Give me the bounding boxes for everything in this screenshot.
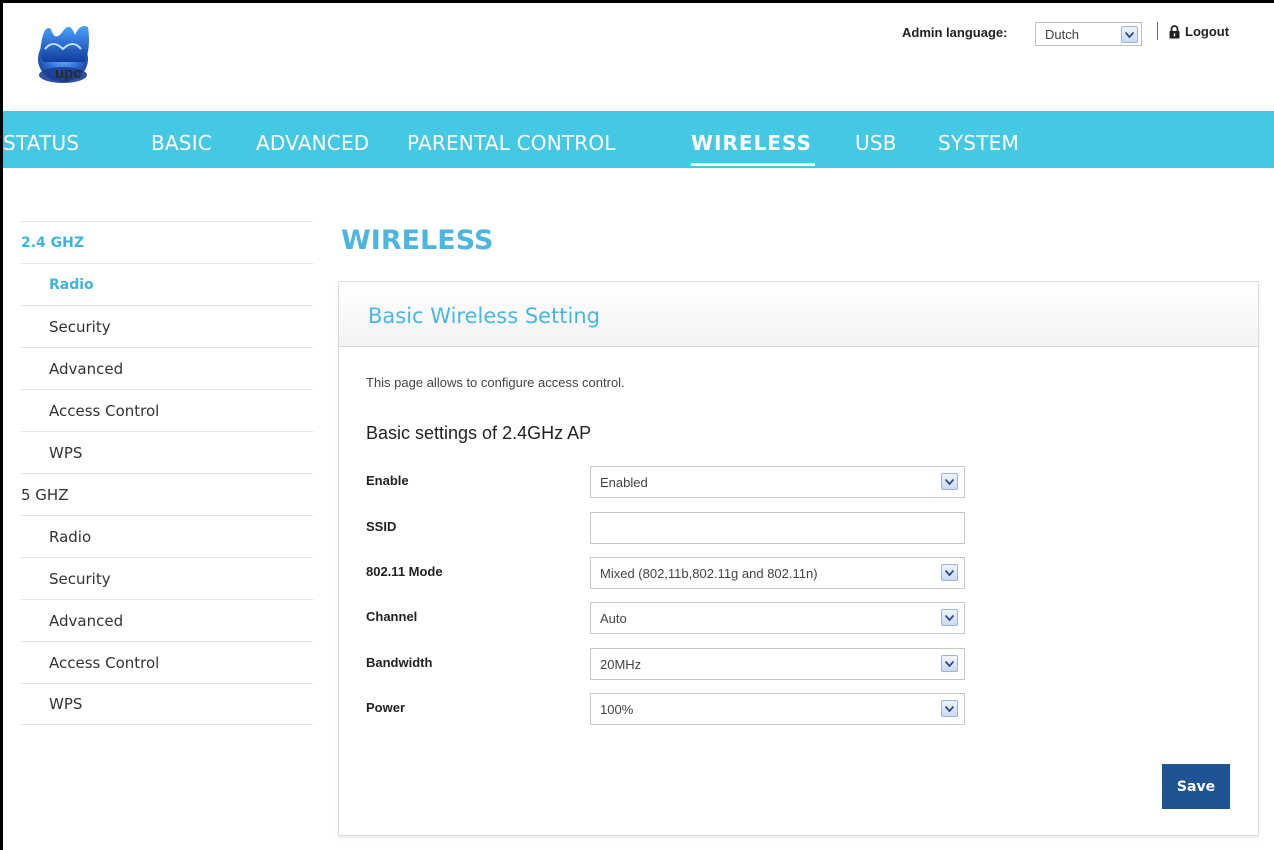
main-nav: STATUS BASIC ADVANCED PARENTAL CONTROL W… xyxy=(3,111,1274,168)
channel-select[interactable]: Auto xyxy=(590,602,965,634)
channel-value: Auto xyxy=(600,611,627,626)
sidebar-item-radio-2-4ghz[interactable]: Radio xyxy=(21,263,313,305)
nav-system[interactable]: SYSTEM xyxy=(938,131,1019,155)
form-row-ssid: SSID xyxy=(366,512,1246,544)
nav-basic[interactable]: BASIC xyxy=(151,131,212,155)
form-row-power: Power 100% xyxy=(366,693,1246,725)
settings-panel: Basic Wireless Setting This page allows … xyxy=(338,281,1259,836)
nav-wireless[interactable]: WIRELESS xyxy=(691,131,812,155)
nav-usb[interactable]: USB xyxy=(855,131,897,155)
upc-logo[interactable] xyxy=(33,17,133,103)
header-divider xyxy=(1157,22,1158,40)
sidebar-item-radio-5ghz[interactable]: Radio xyxy=(21,515,313,557)
chevron-down-icon[interactable] xyxy=(941,609,958,626)
form-row-enable: Enable Enabled xyxy=(366,466,1246,498)
80211-mode-label: 802.11 Mode xyxy=(366,564,443,579)
ssid-label: SSID xyxy=(366,519,397,534)
power-value: 100% xyxy=(600,702,634,717)
bandwidth-value: 20MHz xyxy=(600,657,642,672)
80211-mode-value: Mixed (802,11b,802.11g and 802.11n) xyxy=(600,566,818,581)
panel-description: This page allows to configure access con… xyxy=(366,375,625,390)
sidebar-item-security-2-4ghz[interactable]: Security xyxy=(21,305,313,347)
sidebar-item-access-control-5ghz[interactable]: Access Control xyxy=(21,641,313,683)
admin-language-value: Dutch xyxy=(1045,27,1079,42)
sidebar-section-2-4ghz[interactable]: 2.4 GHZ xyxy=(21,221,313,263)
form-row-channel: Channel Auto xyxy=(366,602,1246,634)
lock-icon xyxy=(1169,24,1180,38)
sidebar-section-5ghz[interactable]: 5 GHZ xyxy=(21,473,313,515)
80211-mode-select[interactable]: Mixed (802,11b,802.11g and 802.11n) xyxy=(590,557,965,589)
power-select[interactable]: 100% xyxy=(590,693,965,725)
enable-label: Enable xyxy=(366,473,409,488)
chevron-down-icon[interactable] xyxy=(941,655,958,672)
channel-label: Channel xyxy=(366,609,418,624)
sidebar-item-wps-5ghz[interactable]: WPS xyxy=(21,683,313,725)
sidebar: 2.4 GHZ Radio Security Advanced Access C… xyxy=(21,221,313,725)
sidebar-item-security-5ghz[interactable]: Security xyxy=(21,557,313,599)
sidebar-item-advanced-2-4ghz[interactable]: Advanced xyxy=(21,347,313,389)
logo-text: upc xyxy=(55,65,82,82)
sidebar-item-access-control-2-4ghz[interactable]: Access Control xyxy=(21,389,313,431)
settings-subheading: Basic settings of 2.4GHz AP xyxy=(366,423,592,443)
admin-language-select[interactable]: Dutch xyxy=(1035,22,1142,46)
form-row-bandwidth: Bandwidth 20MHz xyxy=(366,648,1246,680)
sidebar-item-advanced-5ghz[interactable]: Advanced xyxy=(21,599,313,641)
nav-status[interactable]: STATUS xyxy=(3,131,79,155)
enable-select[interactable]: Enabled xyxy=(590,466,965,498)
chevron-down-icon[interactable] xyxy=(1121,26,1138,43)
enable-value: Enabled xyxy=(600,475,648,490)
bandwidth-label: Bandwidth xyxy=(366,655,433,670)
page-title: WIRELESS xyxy=(341,225,494,256)
logout-label: Logout xyxy=(1185,24,1230,39)
save-button[interactable]: Save xyxy=(1162,764,1230,809)
nav-parental-control[interactable]: PARENTAL CONTROL xyxy=(407,131,616,155)
chevron-down-icon[interactable] xyxy=(941,473,958,490)
admin-language-label: Admin language: xyxy=(902,25,1008,40)
ssid-input[interactable] xyxy=(590,512,965,544)
header: upc Admin language: Dutch Logout xyxy=(3,3,1274,111)
panel-title: Basic Wireless Setting xyxy=(339,282,1258,347)
nav-advanced[interactable]: ADVANCED xyxy=(256,131,369,155)
sidebar-item-wps-2-4ghz[interactable]: WPS xyxy=(21,431,313,473)
nav-active-indicator xyxy=(691,163,815,166)
chevron-down-icon[interactable] xyxy=(941,700,958,717)
power-label: Power xyxy=(366,700,406,715)
form-row-80211-mode: 802.11 Mode Mixed (802,11b,802.11g and 8… xyxy=(366,557,1246,589)
logout-link[interactable]: Logout xyxy=(1169,24,1229,39)
chevron-down-icon[interactable] xyxy=(941,564,958,581)
bandwidth-select[interactable]: 20MHz xyxy=(590,648,965,680)
